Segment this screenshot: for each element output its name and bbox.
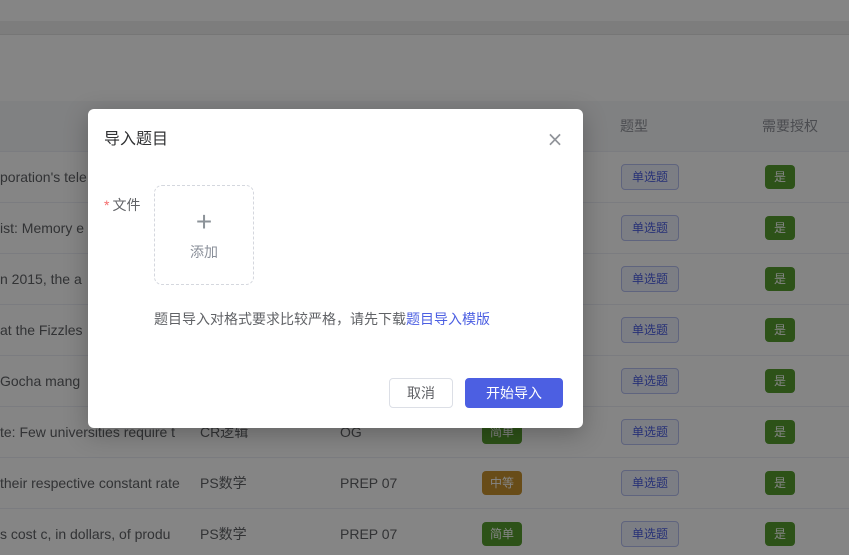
close-icon[interactable]: ×	[543, 127, 567, 151]
cancel-button[interactable]: 取消	[389, 378, 453, 408]
dialog-header: 导入题目 ×	[88, 109, 583, 149]
start-import-button[interactable]: 开始导入	[465, 378, 563, 408]
dialog-footer: 取消 开始导入	[389, 378, 563, 408]
file-form-row: *文件 + 添加	[104, 185, 563, 285]
import-hint: 题目导入对格式要求比较严格，请先下载题目导入模版	[154, 309, 563, 329]
page-background: 题型 需要授权 poration's tele单选题是ist: Memory e…	[0, 0, 849, 555]
file-label-text: 文件	[112, 197, 140, 213]
upload-add-label: 添加	[190, 242, 218, 262]
dialog-body: *文件 + 添加 题目导入对格式要求比较严格，请先下载题目导入模版	[88, 149, 583, 329]
upload-dropzone[interactable]: + 添加	[154, 185, 254, 285]
plus-icon: +	[196, 209, 212, 235]
import-questions-dialog: 导入题目 × *文件 + 添加 题目导入对格式要求比较严格，请先下载题目导入模版…	[88, 109, 583, 428]
required-mark: *	[104, 197, 109, 213]
dialog-title: 导入题目	[104, 131, 563, 149]
file-field-label: *文件	[104, 185, 154, 285]
template-download-link[interactable]: 题目导入模版	[406, 311, 490, 327]
hint-text: 题目导入对格式要求比较严格，请先下载	[154, 311, 406, 327]
